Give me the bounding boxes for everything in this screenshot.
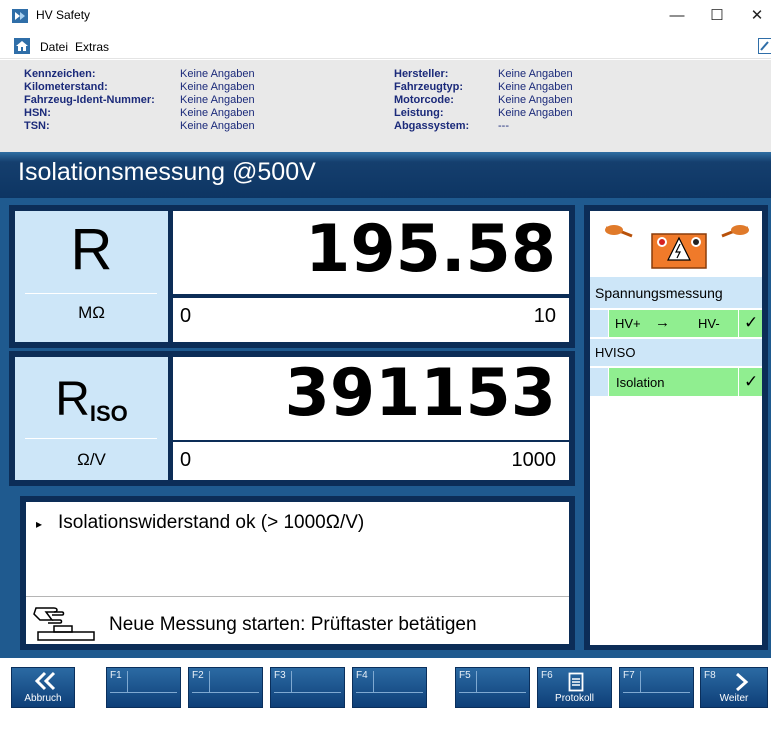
vehicle-value-mileage: Keine Angaben (180, 81, 255, 93)
vehicle-label-exhaust: Abgassystem: (394, 120, 470, 132)
home-icon[interactable] (14, 38, 30, 54)
vehicle-label-mileage: Kilometerstand: (24, 81, 108, 93)
f2-label: F2 (192, 670, 204, 681)
vehicle-value-manufacturer: Keine Angaben (498, 68, 573, 80)
divider (356, 692, 423, 693)
protocol-label: Protokoll (555, 693, 594, 704)
vehicle-label-power: Leistung: (394, 107, 444, 119)
vehicle-value-engine: Keine Angaben (498, 94, 573, 106)
minimize-button[interactable]: — (662, 4, 692, 28)
next-button[interactable]: F8 Weiter (700, 667, 768, 708)
f2-button[interactable]: F2 (188, 667, 263, 708)
isolation-symbol-letter: R (55, 373, 90, 426)
f4-label: F4 (356, 670, 368, 681)
title-bar (0, 0, 771, 32)
check-icon: ✓ (744, 372, 759, 391)
divider (738, 368, 739, 396)
vehicle-value-power: Keine Angaben (498, 107, 573, 119)
divider (623, 692, 690, 693)
step-hv-from: HV+ (615, 316, 641, 331)
f6-label: F6 (541, 670, 553, 681)
edit-icon[interactable] (758, 38, 771, 54)
f7-label: F7 (623, 670, 635, 681)
divider (110, 692, 177, 693)
menu-file[interactable]: Datei (40, 40, 68, 54)
resistance-scale-max: 10 (533, 305, 556, 327)
divider (25, 438, 157, 439)
f7-button[interactable]: F7 (619, 667, 694, 708)
divider (459, 692, 526, 693)
divider (640, 671, 641, 692)
resistance-symbol: R (70, 217, 113, 282)
result-message: Isolationswiderstand ok (> 1000Ω/V) (58, 512, 365, 533)
vehicle-label-engine: Motorcode: (394, 94, 454, 106)
isolation-unit: Ω/V (77, 450, 106, 469)
step-group-voltage-title: Spannungsmessung (595, 285, 723, 301)
divider (127, 671, 128, 692)
vehicle-value-plate: Keine Angaben (180, 68, 255, 80)
vehicle-label-manufacturer: Hersteller: (394, 68, 449, 80)
divider (291, 671, 292, 692)
f1-button[interactable]: F1 (106, 667, 181, 708)
divider (738, 310, 739, 337)
isolation-symbol: RISO (15, 372, 168, 434)
step-marker (590, 368, 608, 396)
vehicle-label-vin: Fahrzeug-Ident-Nummer: (24, 94, 155, 106)
menu-bar (0, 34, 771, 59)
isolation-symbol-subscript: ISO (89, 401, 128, 426)
vehicle-value-tsn: Keine Angaben (180, 120, 255, 132)
menu-extras[interactable]: Extras (75, 40, 109, 54)
bullet-icon: ▸ (36, 517, 43, 531)
divider (25, 293, 157, 294)
step-isolation-label: Isolation (616, 375, 665, 390)
vehicle-value-type: Keine Angaben (498, 81, 573, 93)
chevron-right-icon (736, 672, 749, 692)
protocol-button[interactable]: F6 Protokoll (537, 667, 612, 708)
f8-label: F8 (704, 670, 716, 681)
app-icon (12, 9, 28, 23)
hv-battery-icon (605, 225, 749, 269)
divider (476, 671, 477, 692)
step-hv-to: HV- (698, 316, 720, 331)
step-group-hviso-title: HVISO (595, 345, 636, 360)
cancel-label: Abbruch (24, 693, 62, 704)
divider (274, 692, 341, 693)
double-chevron-left-icon (34, 671, 56, 691)
resistance-scale-min: 0 (180, 305, 192, 327)
vehicle-value-vin: Keine Angaben (180, 94, 255, 106)
f3-label: F3 (274, 670, 286, 681)
check-icon: ✓ (744, 313, 759, 332)
page-title: Isolationsmessung @500V (18, 158, 316, 186)
close-button[interactable]: ✕ (742, 4, 771, 28)
vehicle-label-type: Fahrzeugtyp: (394, 81, 464, 93)
vehicle-label-tsn: TSN: (24, 120, 50, 132)
vehicle-label-plate: Kennzeichen: (24, 68, 96, 80)
arrow-right-icon: → (655, 314, 670, 331)
next-label: Weiter (719, 693, 749, 704)
resistance-value: 195.58 (305, 212, 556, 287)
divider (209, 671, 210, 692)
push-button-icon (33, 607, 95, 641)
cancel-button[interactable]: Abbruch (11, 667, 75, 708)
f5-button[interactable]: F5 (455, 667, 530, 708)
step-marker (590, 310, 608, 337)
window-title: HV Safety (36, 8, 91, 22)
resistance-unit: MΩ (78, 303, 105, 322)
maximize-button[interactable]: ☐ (702, 4, 732, 28)
f5-label: F5 (459, 670, 471, 681)
f1-label: F1 (110, 670, 122, 681)
f4-button[interactable]: F4 (352, 667, 427, 708)
divider (192, 692, 259, 693)
vehicle-value-hsn: Keine Angaben (180, 107, 255, 119)
divider (26, 596, 569, 597)
document-icon (568, 672, 584, 692)
isolation-scale-max: 1000 (511, 449, 557, 471)
vehicle-label-hsn: HSN: (24, 107, 51, 119)
isolation-value: 391153 (284, 356, 556, 431)
divider (373, 671, 374, 692)
instruction-message: Neue Messung starten: Prüftaster betätig… (109, 614, 477, 635)
f3-button[interactable]: F3 (270, 667, 345, 708)
vehicle-value-exhaust: --- (498, 120, 509, 132)
isolation-scale-min: 0 (180, 449, 192, 471)
